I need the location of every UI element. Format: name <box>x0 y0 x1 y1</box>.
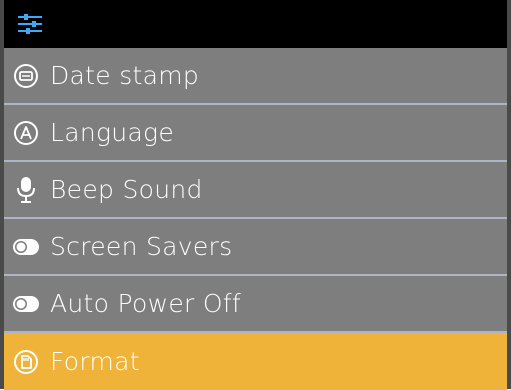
menu-item-screen-savers[interactable]: Screen Savers <box>4 219 507 276</box>
menu-item-auto-power-off[interactable]: Auto Power Off <box>4 276 507 333</box>
menu-item-format[interactable]: Format <box>4 333 507 390</box>
menu-item-label: Format <box>50 347 140 376</box>
menu-item-label: Auto Power Off <box>50 289 242 318</box>
toggle-icon <box>12 233 40 261</box>
top-bar <box>4 0 507 48</box>
language-icon <box>12 119 40 147</box>
menu-item-label: Screen Savers <box>50 232 233 261</box>
menu-item-label: Date stamp <box>50 61 200 90</box>
date-stamp-icon <box>12 62 40 90</box>
menu-item-date-stamp[interactable]: Date stamp <box>4 48 507 105</box>
settings-sliders-icon <box>18 14 42 34</box>
settings-screen: Date stamp Language Beep Sound Screen Sa… <box>0 0 511 390</box>
sd-card-icon <box>12 348 40 376</box>
menu-item-language[interactable]: Language <box>4 105 507 162</box>
toggle-icon <box>12 290 40 318</box>
menu-item-label: Language <box>50 118 175 147</box>
menu-item-label: Beep Sound <box>50 175 203 204</box>
menu-item-beep-sound[interactable]: Beep Sound <box>4 162 507 219</box>
microphone-icon <box>12 176 40 204</box>
settings-menu: Date stamp Language Beep Sound Screen Sa… <box>4 48 507 390</box>
